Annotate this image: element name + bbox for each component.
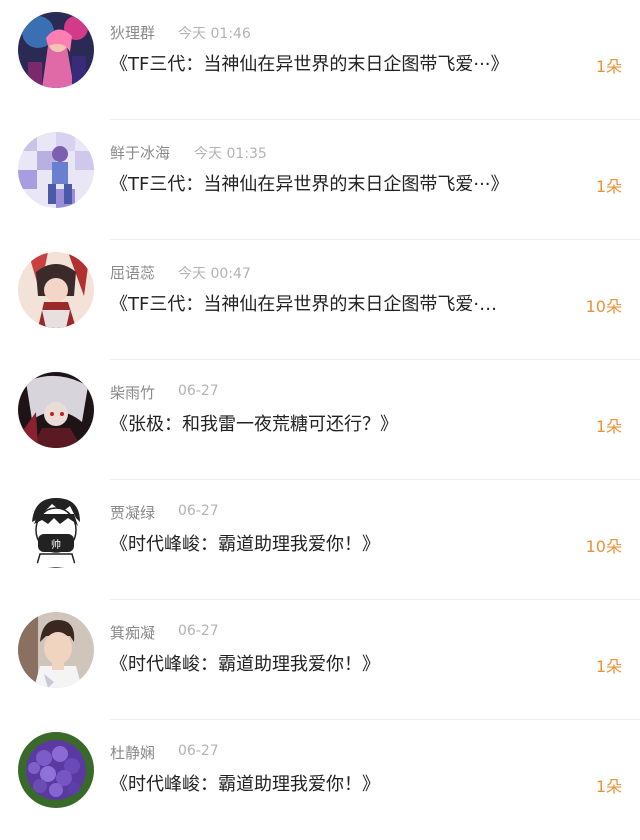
list-item[interactable]: 帅 贾凝绿 06-27 《时代峰峻：霸道助理我爱你！》 10朵 [0,480,640,600]
list-item[interactable]: 狄理群 今天 01:46 《TF三代：当神仙在异世界的末日企图带飞爱···》 1… [0,0,640,120]
flower-count: 1朵 [595,177,622,196]
user-name: 屈语蕊 [110,264,156,282]
timestamp: 今天 00:47 [178,266,251,282]
list-item[interactable]: 鲜于冰海 今天 01:35 《TF三代：当神仙在异世界的末日企图带飞爱···》 … [0,120,640,240]
timestamp: 06-27 [178,383,219,399]
avatar-anime-boy-red-icon[interactable] [18,252,94,328]
avatar-photo-boy-icon[interactable] [18,612,94,688]
user-name: 狄理群 [110,24,156,42]
book-title: 《时代峰峻：霸道助理我爱你！》 [110,654,380,675]
avatar-cartoon-boy-mask-icon[interactable]: 帅 [18,492,94,568]
user-name: 箕痴凝 [110,624,156,642]
flower-count: 10朵 [585,297,622,316]
list-item[interactable]: 柴雨竹 06-27 《张极：和我雷一夜荒糖可还行？》 1朵 [0,360,640,480]
flower-count: 10朵 [585,537,622,556]
book-title: 《TF三代：当神仙在异世界的末日企图带飞爱···》 [110,174,509,195]
svg-text:帅: 帅 [51,538,61,551]
timestamp: 今天 01:35 [194,146,267,162]
user-name: 贾凝绿 [110,504,156,522]
book-title: 《TF三代：当神仙在异世界的末日企图带飞爱·… [110,294,498,315]
user-name: 杜静娴 [110,744,156,762]
book-title: 《时代峰峻：霸道助理我爱你！》 [110,534,380,555]
avatar-anime-dark-white-hair-icon[interactable] [18,372,94,448]
list-item[interactable]: 杜静娴 06-27 《时代峰峻：霸道助理我爱你！》 1朵 [0,720,640,840]
flower-count: 1朵 [595,657,622,676]
flower-count: 1朵 [595,57,622,76]
gift-list: 狄理群 今天 01:46 《TF三代：当神仙在异世界的末日企图带飞爱···》 1… [0,0,640,840]
flower-count: 1朵 [595,417,622,436]
list-item[interactable]: 箕痴凝 06-27 《时代峰峻：霸道助理我爱你！》 1朵 [0,600,640,720]
user-name: 柴雨竹 [110,384,156,402]
book-title: 《TF三代：当神仙在异世界的末日企图带飞爱···》 [110,54,509,75]
flower-count: 1朵 [595,777,622,796]
book-title: 《张极：和我雷一夜荒糖可还行？》 [110,414,398,435]
avatar-pixelated-dancer-icon[interactable] [18,132,94,208]
timestamp: 06-27 [178,743,219,759]
avatar-anime-girl-pink-hair-icon[interactable] [18,12,94,88]
list-item[interactable]: 屈语蕊 今天 00:47 《TF三代：当神仙在异世界的末日企图带飞爱·… 10朵 [0,240,640,360]
user-name: 鲜于冰海 [110,144,171,162]
timestamp: 06-27 [178,623,219,639]
book-title: 《时代峰峻：霸道助理我爱你！》 [110,774,380,795]
timestamp: 06-27 [178,503,219,519]
timestamp: 今天 01:46 [178,26,251,42]
avatar-purple-hydrangea-icon[interactable] [18,732,94,808]
